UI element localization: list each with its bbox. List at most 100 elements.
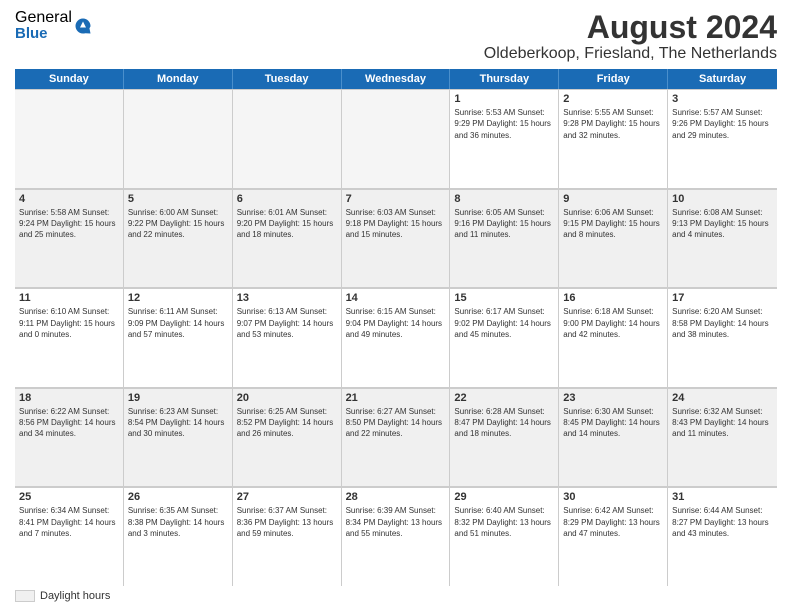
- cell-detail: Sunrise: 6:32 AM Sunset: 8:43 PM Dayligh…: [672, 406, 773, 440]
- cell-detail: Sunrise: 6:20 AM Sunset: 8:58 PM Dayligh…: [672, 306, 773, 340]
- cell-detail: Sunrise: 6:15 AM Sunset: 9:04 PM Dayligh…: [346, 306, 446, 340]
- calendar-cell: [342, 89, 451, 188]
- cell-detail: Sunrise: 6:18 AM Sunset: 9:00 PM Dayligh…: [563, 306, 663, 340]
- day-number: 19: [128, 392, 228, 404]
- cell-detail: Sunrise: 6:27 AM Sunset: 8:50 PM Dayligh…: [346, 406, 446, 440]
- day-number: 24: [672, 392, 773, 404]
- day-number: 2: [563, 93, 663, 105]
- calendar-body: 1 Sunrise: 5:53 AM Sunset: 9:29 PM Daylig…: [15, 89, 777, 586]
- calendar-cell: 5 Sunrise: 6:00 AM Sunset: 9:22 PM Daylig…: [124, 189, 233, 288]
- day-number: 11: [19, 292, 119, 304]
- calendar-cell: 9 Sunrise: 6:06 AM Sunset: 9:15 PM Daylig…: [559, 189, 668, 288]
- legend-label: Daylight hours: [40, 590, 110, 602]
- cell-detail: Sunrise: 6:01 AM Sunset: 9:20 PM Dayligh…: [237, 207, 337, 241]
- calendar-cell: 23Sunrise: 6:30 AM Sunset: 8:45 PM Dayli…: [559, 388, 668, 487]
- calendar-week: 11 Sunrise: 6:10 AM Sunset: 9:11 PM Dayli…: [15, 288, 777, 388]
- cell-detail: Sunrise: 6:40 AM Sunset: 8:32 PM Dayligh…: [454, 505, 554, 539]
- logo-text: General Blue: [15, 10, 72, 41]
- day-number: 26: [128, 491, 228, 503]
- page: General Blue August 2024 Oldeberkoop, Fr…: [0, 0, 792, 612]
- day-number: 27: [237, 491, 337, 503]
- cell-detail: Sunrise: 5:55 AM Sunset: 9:28 PM Dayligh…: [563, 107, 663, 141]
- calendar-cell: 13Sunrise: 6:13 AM Sunset: 9:07 PM Dayli…: [233, 288, 342, 387]
- calendar-header-cell: Monday: [124, 69, 233, 89]
- day-number: 25: [19, 491, 119, 503]
- cell-detail: Sunrise: 6:11 AM Sunset: 9:09 PM Dayligh…: [128, 306, 228, 340]
- logo: General Blue: [15, 10, 92, 41]
- logo-blue: Blue: [15, 26, 72, 41]
- cell-detail: Sunrise: 6:03 AM Sunset: 9:18 PM Dayligh…: [346, 207, 446, 241]
- legend-box: [15, 590, 35, 602]
- cell-detail: Sunrise: 6:25 AM Sunset: 8:52 PM Dayligh…: [237, 406, 337, 440]
- calendar-cell: 24 Sunrise: 6:32 AM Sunset: 8:43 PM Dayli…: [668, 388, 777, 487]
- calendar-cell: 10 Sunrise: 6:08 AM Sunset: 9:13 PM Dayli…: [668, 189, 777, 288]
- day-number: 14: [346, 292, 446, 304]
- day-number: 4: [19, 193, 119, 205]
- day-number: 31: [672, 491, 773, 503]
- cell-detail: Sunrise: 6:42 AM Sunset: 8:29 PM Dayligh…: [563, 505, 663, 539]
- cell-detail: Sunrise: 5:53 AM Sunset: 9:29 PM Dayligh…: [454, 107, 554, 141]
- cell-detail: Sunrise: 6:22 AM Sunset: 8:56 PM Dayligh…: [19, 406, 119, 440]
- day-number: 22: [454, 392, 554, 404]
- day-number: 17: [672, 292, 773, 304]
- header: General Blue August 2024 Oldeberkoop, Fr…: [15, 10, 777, 63]
- calendar-cell: [124, 89, 233, 188]
- cell-detail: Sunrise: 6:05 AM Sunset: 9:16 PM Dayligh…: [454, 207, 554, 241]
- calendar-cell: 15Sunrise: 6:17 AM Sunset: 9:02 PM Dayli…: [450, 288, 559, 387]
- calendar-cell: 17 Sunrise: 6:20 AM Sunset: 8:58 PM Dayli…: [668, 288, 777, 387]
- day-number: 8: [454, 193, 554, 205]
- calendar-cell: 7Sunrise: 6:03 AM Sunset: 9:18 PM Daylig…: [342, 189, 451, 288]
- calendar-week: 1 Sunrise: 5:53 AM Sunset: 9:29 PM Daylig…: [15, 89, 777, 189]
- day-number: 1: [454, 93, 554, 105]
- cell-detail: Sunrise: 6:37 AM Sunset: 8:36 PM Dayligh…: [237, 505, 337, 539]
- calendar-header-cell: Saturday: [668, 69, 777, 89]
- calendar-cell: [233, 89, 342, 188]
- day-number: 16: [563, 292, 663, 304]
- page-title: August 2024: [484, 10, 777, 45]
- cell-detail: Sunrise: 5:58 AM Sunset: 9:24 PM Dayligh…: [19, 207, 119, 241]
- calendar-cell: 16 Sunrise: 6:18 AM Sunset: 9:00 PM Dayli…: [559, 288, 668, 387]
- legend: Daylight hours: [15, 590, 777, 602]
- calendar-cell: 14 Sunrise: 6:15 AM Sunset: 9:04 PM Dayli…: [342, 288, 451, 387]
- calendar-cell: 4 Sunrise: 5:58 AM Sunset: 9:24 PM Daylig…: [15, 189, 124, 288]
- calendar-week: 18 Sunrise: 6:22 AM Sunset: 8:56 PM Dayli…: [15, 388, 777, 488]
- calendar-header-cell: Wednesday: [342, 69, 451, 89]
- cell-detail: Sunrise: 6:35 AM Sunset: 8:38 PM Dayligh…: [128, 505, 228, 539]
- day-number: 5: [128, 193, 228, 205]
- cell-detail: Sunrise: 6:10 AM Sunset: 9:11 PM Dayligh…: [19, 306, 119, 340]
- calendar-cell: 12Sunrise: 6:11 AM Sunset: 9:09 PM Dayli…: [124, 288, 233, 387]
- calendar-header: SundayMondayTuesdayWednesdayThursdayFrid…: [15, 69, 777, 89]
- calendar-cell: 26 Sunrise: 6:35 AM Sunset: 8:38 PM Dayli…: [124, 487, 233, 586]
- calendar-week: 4 Sunrise: 5:58 AM Sunset: 9:24 PM Daylig…: [15, 189, 777, 289]
- day-number: 30: [563, 491, 663, 503]
- cell-detail: Sunrise: 6:34 AM Sunset: 8:41 PM Dayligh…: [19, 505, 119, 539]
- cell-detail: Sunrise: 6:08 AM Sunset: 9:13 PM Dayligh…: [672, 207, 773, 241]
- calendar-header-cell: Thursday: [450, 69, 559, 89]
- day-number: 10: [672, 193, 773, 205]
- day-number: 9: [563, 193, 663, 205]
- calendar-week: 25 Sunrise: 6:34 AM Sunset: 8:41 PM Dayli…: [15, 487, 777, 586]
- cell-detail: Sunrise: 6:23 AM Sunset: 8:54 PM Dayligh…: [128, 406, 228, 440]
- day-number: 18: [19, 392, 119, 404]
- cell-detail: Sunrise: 5:57 AM Sunset: 9:26 PM Dayligh…: [672, 107, 773, 141]
- day-number: 6: [237, 193, 337, 205]
- cell-detail: Sunrise: 6:06 AM Sunset: 9:15 PM Dayligh…: [563, 207, 663, 241]
- cell-detail: Sunrise: 6:44 AM Sunset: 8:27 PM Dayligh…: [672, 505, 773, 539]
- cell-detail: Sunrise: 6:39 AM Sunset: 8:34 PM Dayligh…: [346, 505, 446, 539]
- calendar-cell: 31 Sunrise: 6:44 AM Sunset: 8:27 PM Dayli…: [668, 487, 777, 586]
- cell-detail: Sunrise: 6:30 AM Sunset: 8:45 PM Dayligh…: [563, 406, 663, 440]
- calendar-cell: 1 Sunrise: 5:53 AM Sunset: 9:29 PM Daylig…: [450, 89, 559, 188]
- calendar-cell: 11 Sunrise: 6:10 AM Sunset: 9:11 PM Dayli…: [15, 288, 124, 387]
- calendar-cell: 18 Sunrise: 6:22 AM Sunset: 8:56 PM Dayli…: [15, 388, 124, 487]
- calendar-cell: 6 Sunrise: 6:01 AM Sunset: 9:20 PM Daylig…: [233, 189, 342, 288]
- cell-detail: Sunrise: 6:00 AM Sunset: 9:22 PM Dayligh…: [128, 207, 228, 241]
- calendar-cell: 30 Sunrise: 6:42 AM Sunset: 8:29 PM Dayli…: [559, 487, 668, 586]
- calendar-cell: 25 Sunrise: 6:34 AM Sunset: 8:41 PM Dayli…: [15, 487, 124, 586]
- calendar-header-cell: Tuesday: [233, 69, 342, 89]
- logo-icon: [74, 17, 92, 35]
- calendar-cell: 3Sunrise: 5:57 AM Sunset: 9:26 PM Daylig…: [668, 89, 777, 188]
- calendar-cell: 20Sunrise: 6:25 AM Sunset: 8:52 PM Dayli…: [233, 388, 342, 487]
- calendar-header-cell: Friday: [559, 69, 668, 89]
- cell-detail: Sunrise: 6:28 AM Sunset: 8:47 PM Dayligh…: [454, 406, 554, 440]
- calendar-header-cell: Sunday: [15, 69, 124, 89]
